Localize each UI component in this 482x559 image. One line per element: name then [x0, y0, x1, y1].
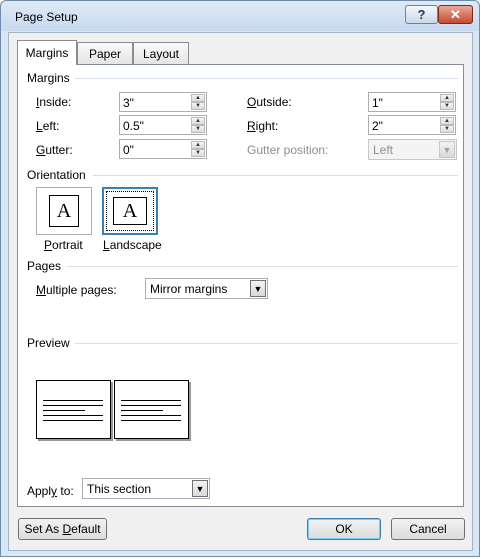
apply-to-value: This section — [87, 482, 152, 496]
set-as-default-button[interactable]: Set As Default — [18, 518, 107, 540]
portrait-page-icon: A — [49, 195, 79, 227]
close-icon: ✕ — [450, 6, 461, 22]
inside-up-arrow-icon[interactable]: ▲ — [191, 94, 205, 102]
inside-down-arrow-icon[interactable]: ▼ — [191, 102, 205, 110]
left-label: Left: — [36, 119, 60, 133]
left-up-arrow-icon[interactable]: ▲ — [191, 117, 205, 125]
preview-left-page — [36, 380, 111, 439]
set-as-default-label: Set As Default — [24, 522, 101, 536]
margins-group-divider — [75, 78, 458, 79]
right-value: 2" — [372, 119, 383, 133]
apply-to-label: Apply to: — [27, 484, 74, 498]
tab-paper[interactable]: Paper — [77, 42, 133, 64]
outside-value: 1" — [372, 96, 383, 110]
right-up-arrow-icon[interactable]: ▲ — [440, 117, 454, 125]
preview-right-page — [114, 380, 189, 439]
preview-group-divider — [75, 343, 458, 344]
ok-label: OK — [335, 522, 353, 536]
ok-button[interactable]: OK — [307, 518, 381, 540]
outside-up-arrow-icon[interactable]: ▲ — [440, 94, 454, 102]
cancel-label: Cancel — [409, 522, 447, 536]
pages-group-heading: Pages — [27, 259, 62, 273]
cancel-button[interactable]: Cancel — [391, 518, 465, 540]
outside-label: Outside: — [247, 95, 292, 109]
close-button[interactable]: ✕ — [438, 5, 473, 24]
chevron-down-icon: ▼ — [250, 280, 266, 297]
tab-layout-label: Layout — [142, 46, 180, 61]
tab-margins-label: Margins — [25, 46, 69, 60]
window-title: Page Setup — [15, 10, 78, 24]
gutter-label: Gutter: — [36, 143, 73, 157]
gutter-up-arrow-icon[interactable]: ▲ — [191, 141, 205, 149]
help-button[interactable]: ? — [405, 5, 438, 24]
gutter-position-label: Gutter position: — [247, 143, 329, 157]
gutter-spinner[interactable]: 0" ▲ ▼ — [119, 139, 207, 159]
left-spinner[interactable]: 0.5" ▲ ▼ — [119, 115, 207, 135]
inside-label: Inside: — [36, 95, 72, 109]
tab-margins[interactable]: Margins — [17, 40, 77, 65]
preview-group-heading: Preview — [27, 336, 70, 350]
portrait-label: Portrait — [44, 238, 83, 252]
tab-paper-label: Paper — [88, 46, 122, 61]
apply-to-dropdown[interactable]: This section ▼ — [82, 478, 210, 499]
left-down-arrow-icon[interactable]: ▼ — [191, 125, 205, 133]
orientation-group-divider — [93, 175, 458, 176]
portrait-option[interactable]: A — [36, 187, 92, 235]
right-spinner[interactable]: 2" ▲ ▼ — [368, 115, 456, 135]
chevron-down-icon: ▼ — [439, 141, 455, 158]
title-bar[interactable]: Page Setup ? ✕ — [1, 1, 479, 31]
chevron-down-icon: ▼ — [192, 480, 208, 497]
multiple-pages-dropdown[interactable]: Mirror margins ▼ — [145, 278, 268, 299]
outside-down-arrow-icon[interactable]: ▼ — [440, 102, 454, 110]
page-setup-dialog: Page Setup ? ✕ Margins Paper Layout Marg… — [0, 0, 480, 557]
gutter-position-value: Left — [373, 143, 394, 157]
gutter-value: 0" — [123, 143, 134, 157]
margins-group-heading: Margins — [27, 71, 70, 85]
gutter-down-arrow-icon[interactable]: ▼ — [191, 149, 205, 157]
multiple-pages-value: Mirror margins — [150, 282, 228, 296]
inside-value: 3" — [123, 96, 134, 110]
left-value: 0.5" — [123, 119, 144, 133]
help-icon: ? — [417, 7, 426, 22]
inside-spinner[interactable]: 3" ▲ ▼ — [119, 92, 207, 112]
multiple-pages-label: Multiple pages: — [36, 283, 117, 297]
gutter-position-dropdown[interactable]: Left ▼ — [368, 139, 457, 160]
landscape-option[interactable]: A — [102, 187, 158, 235]
tab-layout[interactable]: Layout — [133, 42, 189, 64]
orientation-group-heading: Orientation — [27, 168, 86, 182]
right-down-arrow-icon[interactable]: ▼ — [440, 125, 454, 133]
landscape-page-icon: A — [113, 197, 147, 225]
landscape-label: Landscape — [103, 238, 162, 252]
dialog-body: Margins Paper Layout Margins Inside: 3" … — [8, 32, 473, 551]
right-label: Right: — [247, 119, 279, 133]
outside-spinner[interactable]: 1" ▲ ▼ — [368, 92, 456, 112]
pages-group-divider — [67, 266, 458, 267]
